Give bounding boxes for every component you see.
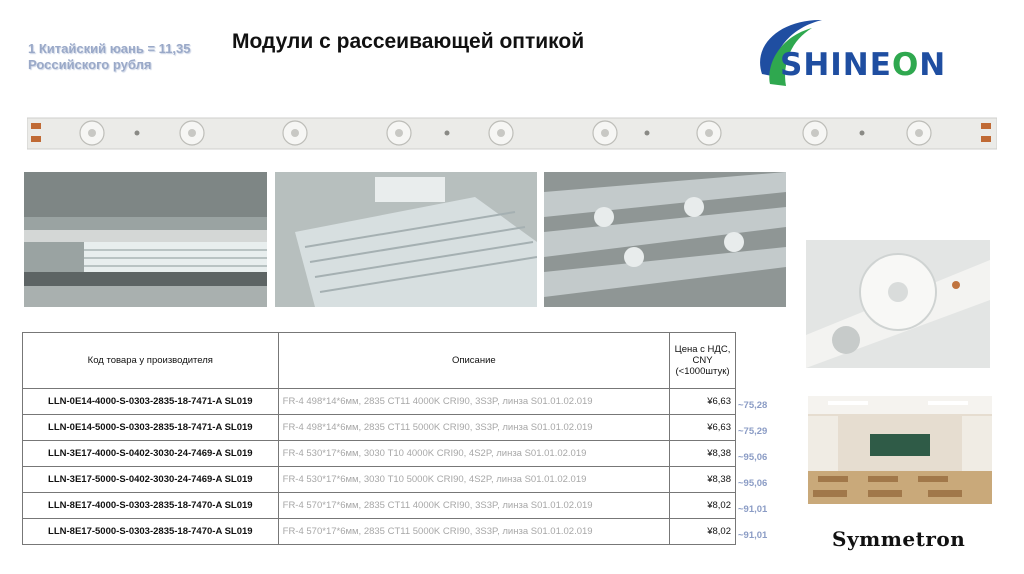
- header-code: Код товара у производителя: [22, 332, 279, 389]
- slide-title: Модули с рассеивающей оптикой: [232, 30, 585, 53]
- rub-equivalent: ~95,06: [738, 452, 768, 463]
- rub-equivalent: ~91,01: [738, 504, 768, 515]
- symmetron-logo: Symmetron: [832, 527, 966, 551]
- row-code: LLN-3E17-5000-S-0402-3030-24-7469-A SL01…: [22, 466, 279, 493]
- rub-equivalent: ~95,06: [738, 478, 768, 489]
- row-code: LLN-0E14-4000-S-0303-2835-18-7471-A SL01…: [22, 388, 279, 415]
- row-description: FR-4 498*14*6мм, 2835 CT11 4000K CRI90, …: [277, 388, 671, 415]
- lens-closeup-photo: [544, 172, 786, 307]
- price-table: Код товара у производителя Описание Цена…: [22, 332, 736, 545]
- row-price: ¥6,63: [669, 388, 736, 415]
- led-strip-image: [27, 117, 997, 150]
- table-row: LLN-3E17-5000-S-0402-3030-24-7469-A SL01…: [22, 466, 736, 493]
- table-header-row: Код товара у производителя Описание Цена…: [22, 332, 736, 389]
- rub-equivalent: ~75,28: [738, 400, 768, 411]
- row-description: FR-4 530*17*6мм, 3030 T10 4000K CRI90, 4…: [277, 440, 671, 467]
- row-code: LLN-8E17-5000-S-0303-2835-18-7470-A SL01…: [22, 518, 279, 545]
- table-row: LLN-0E14-5000-S-0303-2835-18-7471-A SL01…: [22, 414, 736, 441]
- table-row: LLN-3E17-4000-S-0402-3030-24-7469-A SL01…: [22, 440, 736, 467]
- table-row: LLN-0E14-4000-S-0303-2835-18-7471-A SL01…: [22, 388, 736, 415]
- row-price: ¥8,02: [669, 492, 736, 519]
- row-description: FR-4 570*17*6мм, 2835 CT11 4000K CRI90, …: [277, 492, 671, 519]
- logo-wordmark-o: O: [891, 47, 920, 83]
- table-row: LLN-8E17-5000-S-0303-2835-18-7470-A SL01…: [22, 518, 736, 545]
- lens-tray-photo: [275, 172, 537, 307]
- logo-wordmark-shine: SHINE: [780, 47, 892, 83]
- row-code: LLN-0E14-5000-S-0303-2835-18-7471-A SL01…: [22, 414, 279, 441]
- row-description: FR-4 570*17*6мм, 2835 CT11 5000K CRI90, …: [277, 518, 671, 545]
- row-code: LLN-8E17-4000-S-0303-2835-18-7470-A SL01…: [22, 492, 279, 519]
- logo-wordmark: SHINEON: [780, 47, 946, 83]
- classroom-photo: [808, 396, 992, 504]
- shineon-logo: SHINEON: [742, 14, 945, 104]
- rub-equivalent: ~91,01: [738, 530, 768, 541]
- row-description: FR-4 498*14*6мм, 2835 CT11 5000K CRI90, …: [277, 414, 671, 441]
- exchange-rate-note: 1 Китайский юань = 11,35 Российского руб…: [28, 41, 191, 72]
- production-line-photo: [24, 172, 267, 307]
- row-price: ¥8,38: [669, 440, 736, 467]
- rub-equivalent: ~75,29: [738, 426, 768, 437]
- logo-wordmark-n: N: [919, 47, 947, 83]
- lens-module-photo: [806, 240, 990, 368]
- row-code: LLN-3E17-4000-S-0402-3030-24-7469-A SL01…: [22, 440, 279, 467]
- row-price: ¥8,38: [669, 466, 736, 493]
- row-price: ¥6,63: [669, 414, 736, 441]
- row-description: FR-4 530*17*6мм, 3030 T10 5000K CRI90, 4…: [277, 466, 671, 493]
- table-row: LLN-8E17-4000-S-0303-2835-18-7470-A SL01…: [22, 492, 736, 519]
- row-price: ¥8,02: [669, 518, 736, 545]
- header-description: Описание: [277, 332, 671, 389]
- header-price: Цена с НДС, CNY (<1000штук): [669, 332, 736, 389]
